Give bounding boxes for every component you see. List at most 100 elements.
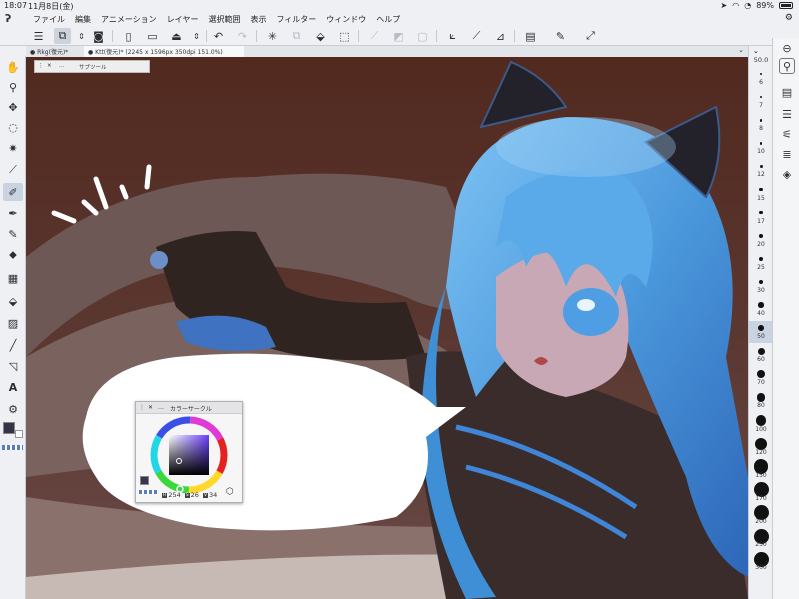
magic-wand-icon[interactable]: ✷ [3, 139, 23, 157]
brush-size-dot[interactable] [759, 164, 763, 168]
brush-size-label[interactable]: 100 [749, 426, 773, 433]
tool-property-icon[interactable]: ☰ [779, 106, 795, 122]
panel-grip-icon[interactable]: ⋮ [38, 63, 44, 69]
brush-size-label[interactable]: 6 [749, 79, 773, 86]
new-file-icon[interactable]: ▯ [120, 28, 137, 44]
brush-size-label[interactable]: 50 [749, 333, 773, 340]
fill-icon[interactable]: ⬙ [312, 28, 329, 44]
saturation-value[interactable]: S 26 [184, 491, 199, 499]
adjust-sliders-icon[interactable]: ⚟ [779, 126, 795, 142]
edit-pen-icon[interactable]: ✎ [552, 28, 569, 44]
brush-size-label[interactable]: 10 [749, 148, 773, 155]
layer-property-icon[interactable]: ▤ [779, 84, 795, 100]
brush-size-label[interactable]: 60 [749, 356, 773, 363]
menu-help[interactable]: ヘルプ [376, 14, 400, 25]
brush-size-label[interactable]: 25 [749, 264, 773, 271]
brush-size-dot[interactable] [759, 233, 763, 238]
zoom-tool-icon[interactable]: ⚲ [3, 78, 23, 96]
brush-size-label[interactable]: 12 [749, 171, 773, 178]
gradient-tool-icon[interactable]: ▨ [3, 314, 23, 332]
loading-icon[interactable]: ✳ [264, 28, 281, 44]
transform-icon[interactable]: ⬚ [336, 28, 353, 44]
transparent-swatch[interactable] [139, 490, 157, 494]
line-tool-icon[interactable]: ╱ [3, 336, 23, 354]
document-icon[interactable]: ▤ [522, 28, 539, 44]
eraser-tool-icon[interactable]: ⬥ [3, 246, 23, 264]
menu-view[interactable]: 表示 [250, 14, 266, 25]
transparent-color-swatch[interactable] [2, 445, 23, 450]
brush-size-dot[interactable] [758, 302, 764, 308]
open-folder-icon[interactable]: ▭ [144, 28, 161, 44]
brush-size-label[interactable]: 250 [749, 541, 773, 548]
layers-icon[interactable]: ≣ [779, 146, 795, 162]
brush-size-dot[interactable] [759, 187, 763, 192]
lasso-tool-icon[interactable]: ◌ [3, 118, 23, 136]
brush-size-label[interactable]: 17 [749, 218, 773, 225]
brightness-value[interactable]: V 34 [202, 491, 217, 499]
quick-access-icon[interactable]: ⧉ [54, 28, 71, 44]
brush-size-label[interactable]: 200 [749, 518, 773, 525]
panel-close-icon[interactable]: ✕ [148, 404, 153, 411]
panel-close-icon[interactable]: ✕ [47, 63, 52, 69]
menu-filter[interactable]: フィルター [276, 14, 316, 25]
menu-edit[interactable]: 編集 [75, 14, 91, 25]
toggle-arrows-icon[interactable]: ⇕ [73, 28, 90, 44]
panel-minimize-icon[interactable]: … [158, 404, 164, 411]
subtool-panel[interactable]: ⋮ ✕ … サブツール [34, 60, 150, 73]
navigator-zoom-icon[interactable]: ⚲ [779, 58, 795, 74]
brush-tool-icon[interactable]: ✐ [3, 183, 23, 201]
clear-icon[interactable]: ▢ [414, 28, 431, 44]
foreground-color-swatch[interactable] [3, 422, 15, 434]
brush-size-label[interactable]: 30 [749, 287, 773, 294]
move-tool-icon[interactable]: ✥ [3, 98, 23, 116]
background-color-swatch[interactable] [15, 430, 23, 438]
hue-value[interactable]: H 254 [162, 491, 181, 499]
brush-size-dot[interactable] [755, 415, 767, 426]
pen-tool-icon[interactable]: ✒ [3, 204, 23, 222]
brush-size-dot[interactable] [756, 393, 766, 402]
layer-stack-icon[interactable]: ◈ [779, 166, 795, 182]
menu-window[interactable]: ウィンドウ [326, 14, 366, 25]
panel-grip-icon[interactable]: ⋮ [139, 404, 145, 411]
brush-size-label[interactable]: 15 [749, 195, 773, 202]
ruler-pen-icon[interactable]: ⟀ [444, 28, 461, 44]
settings-icon[interactable]: ⚙ [785, 13, 793, 23]
brush-size-dot[interactable] [757, 347, 765, 355]
fill-tool-icon[interactable]: ⬙ [3, 292, 23, 310]
menu-selection[interactable]: 選択範囲 [208, 14, 240, 25]
menu-animation[interactable]: アニメーション [101, 14, 157, 25]
color-panel-header[interactable]: ⋮ ✕ … カラーサークル [136, 402, 242, 414]
menu-file[interactable]: ファイル [33, 14, 65, 25]
brush-size-label[interactable]: 70 [749, 379, 773, 386]
brush-size-dot[interactable] [759, 95, 763, 99]
brush-size-dot[interactable] [757, 370, 765, 379]
text-tool-icon[interactable]: A [3, 378, 23, 396]
brush-size-label[interactable]: 80 [749, 402, 773, 409]
brush-size-dot[interactable] [758, 256, 764, 261]
brush-size-dot[interactable] [759, 210, 763, 215]
brush-size-label[interactable]: 300 [749, 564, 773, 571]
save-arrows-icon[interactable]: ⇕ [188, 28, 205, 44]
redo-icon[interactable]: ↷ [234, 28, 251, 44]
brush-size-label[interactable]: 170 [749, 495, 773, 502]
companion-icon[interactable]: ◙ [90, 28, 107, 44]
tab-rkg[interactable]: ● Rkg(復元)* [26, 46, 82, 57]
brush-size-label[interactable]: 8 [749, 125, 773, 132]
pencil-tool-icon[interactable]: ✎ [3, 225, 23, 243]
brush-size-label[interactable]: 40 [749, 310, 773, 317]
panel-minimize-icon[interactable]: … [59, 63, 65, 69]
frame-tool-icon[interactable]: ◹ [3, 357, 23, 375]
decoration-tool-icon[interactable]: ▦ [3, 269, 23, 287]
copy-icon[interactable]: ⧉ [288, 28, 305, 44]
hue-ring[interactable] [150, 416, 228, 494]
tab-collapse-icon[interactable]: ⌄ [738, 46, 744, 54]
brush-size-label[interactable]: 7 [749, 102, 773, 109]
hamburger-menu-icon[interactable]: ☰ [30, 28, 47, 44]
brush-size-label[interactable]: 150 [749, 472, 773, 479]
brush-size-label[interactable]: 120 [749, 449, 773, 456]
expand-icon[interactable]: ⤢ [582, 28, 599, 44]
stabilizer-icon[interactable]: ⟋ [468, 28, 485, 44]
snap-icon[interactable]: ⊿ [492, 28, 509, 44]
navigator-icon[interactable]: ⊖ [779, 40, 795, 56]
brush-size-dot[interactable] [759, 141, 763, 145]
